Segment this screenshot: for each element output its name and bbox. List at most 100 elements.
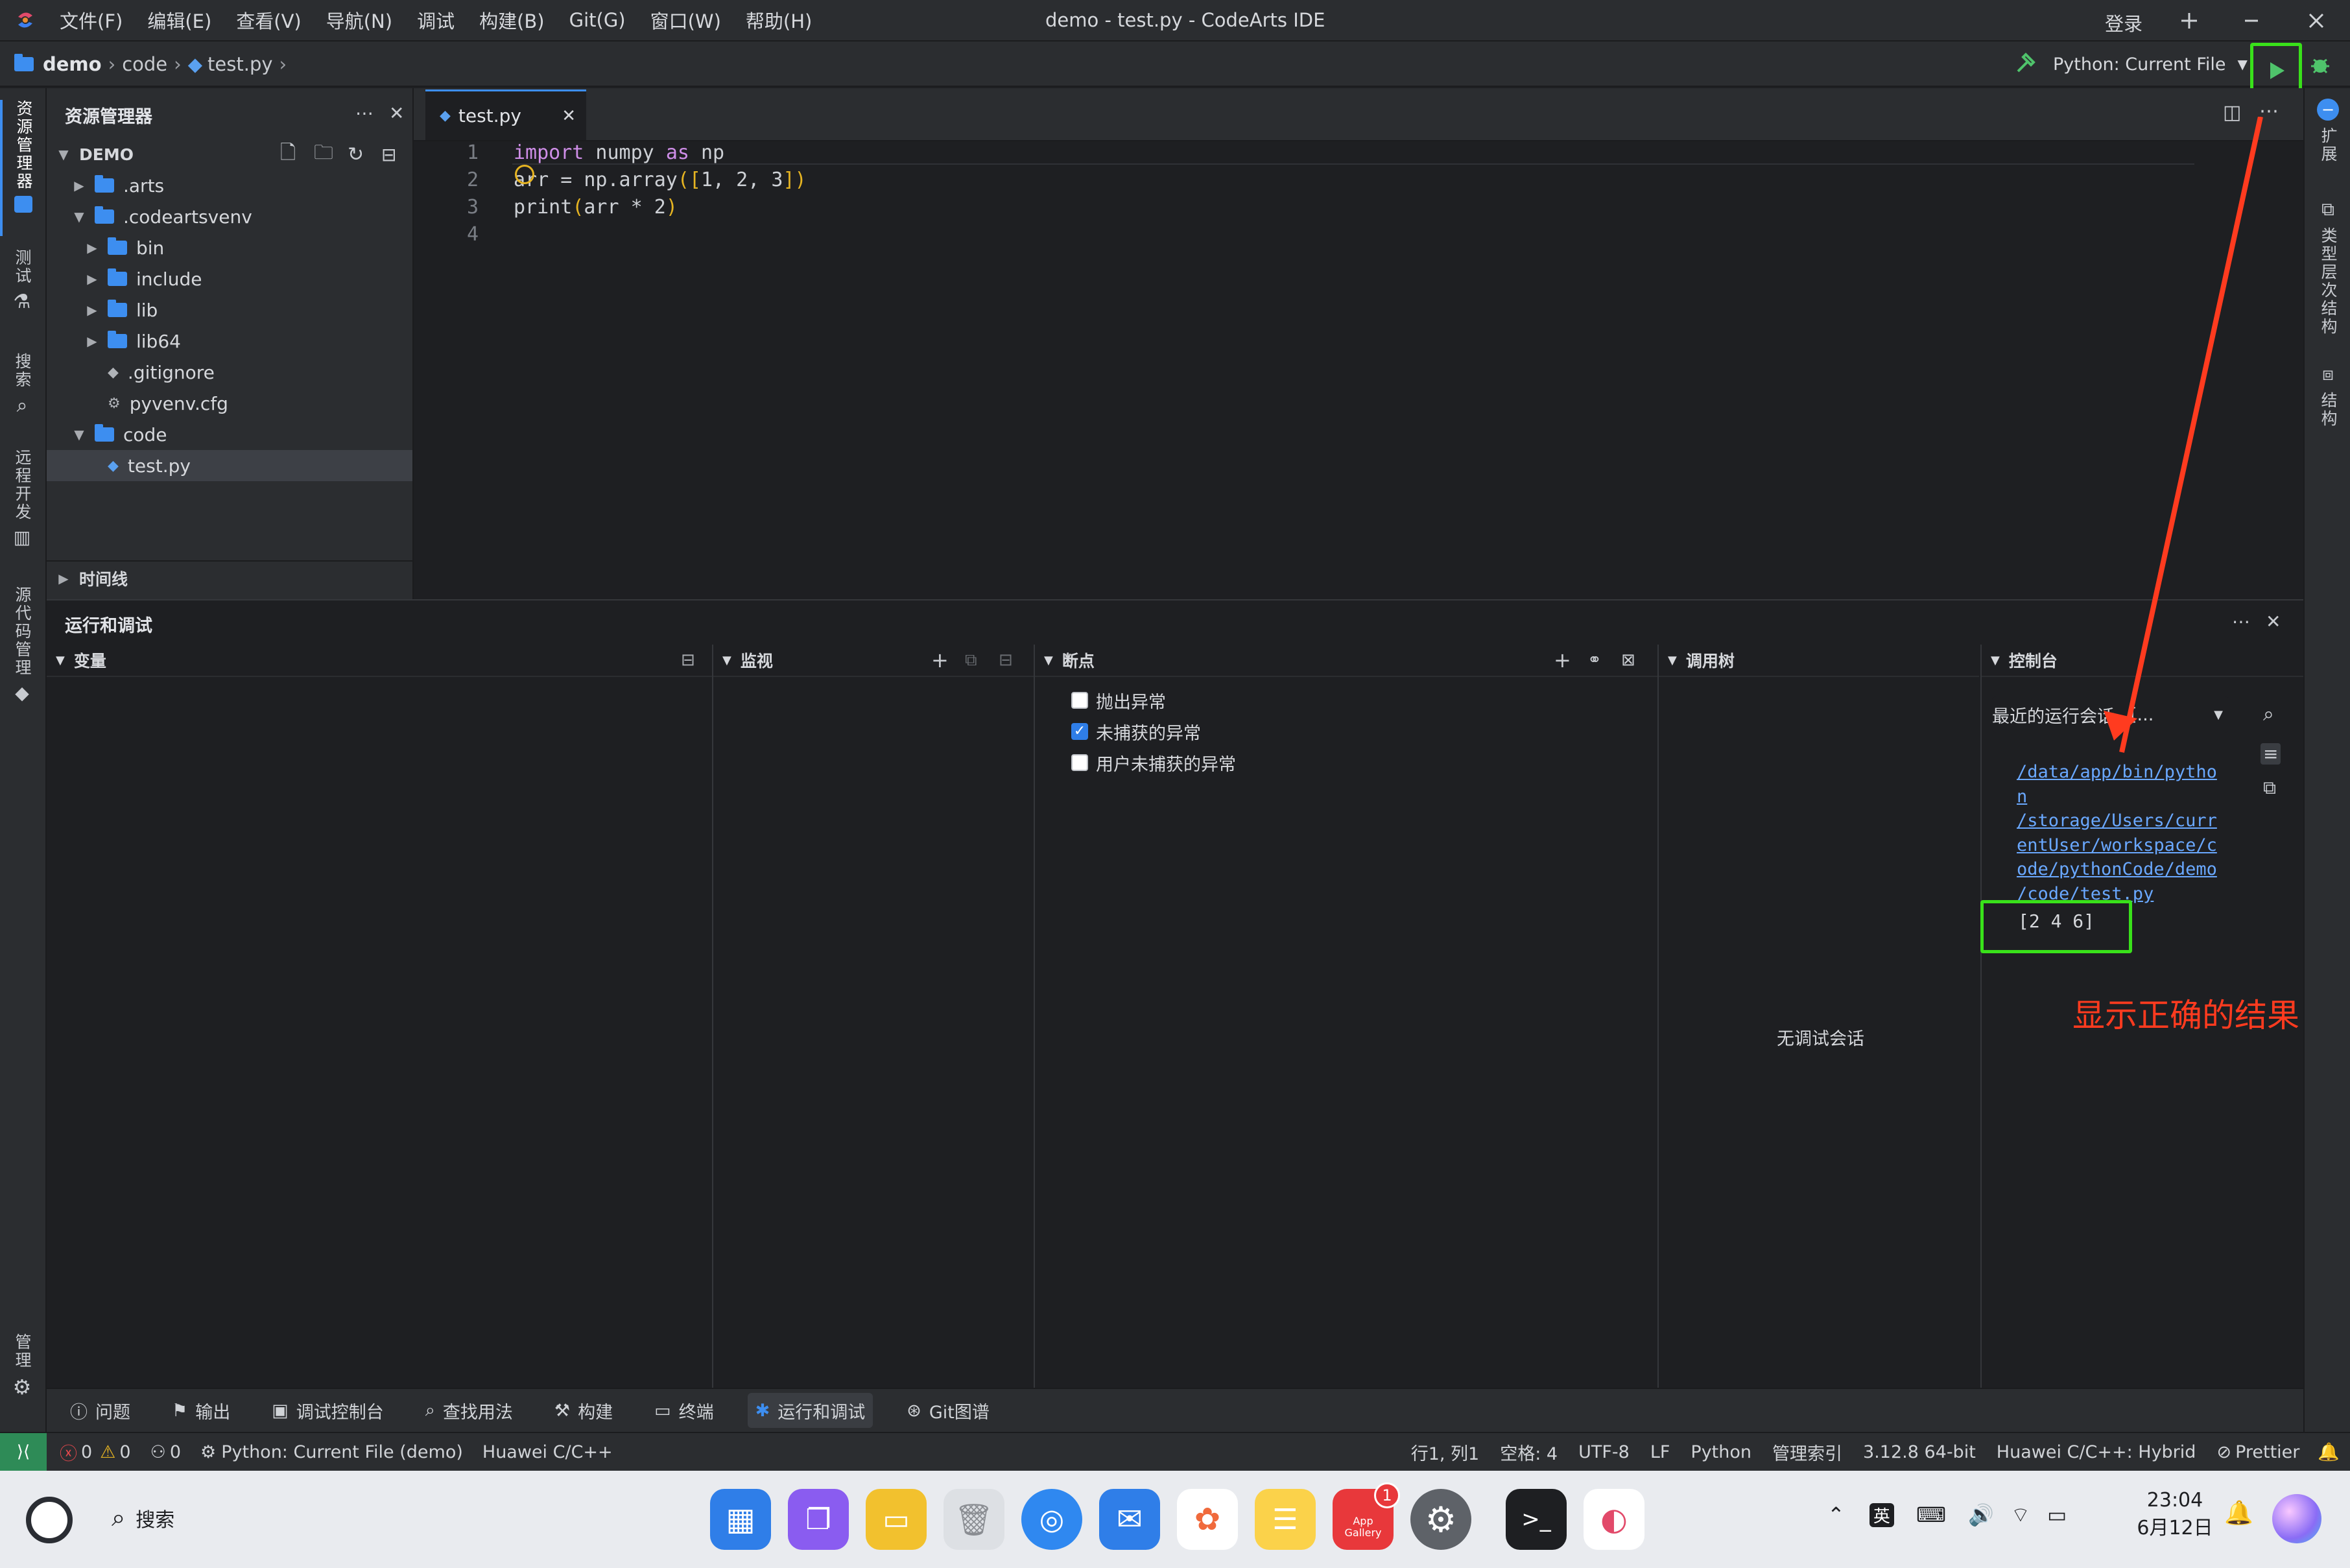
activity-remote[interactable]: 远程开发 ▥	[0, 449, 44, 565]
checkbox[interactable]	[1071, 692, 1088, 709]
console-path-line[interactable]: /storage/Users/curr	[2017, 809, 2217, 833]
code-line[interactable]: 1 import numpy as np	[414, 139, 724, 166]
collapse-all-icon[interactable]: ⊟	[681, 650, 695, 670]
close-tab-icon[interactable]: ✕	[562, 106, 576, 126]
assistant-icon[interactable]	[2272, 1494, 2321, 1543]
ports-count[interactable]: 0	[170, 1442, 181, 1462]
console-command[interactable]: /data/app/bin/pytho n/storage/Users/curr e…	[2017, 760, 2217, 906]
close-window-icon[interactable]	[2303, 8, 2329, 34]
tree-item[interactable]: ▼ code	[47, 419, 412, 450]
error-count[interactable]: 0	[81, 1442, 92, 1462]
start-button[interactable]	[26, 1497, 73, 1543]
menu-item-2[interactable]: 查看(V)	[236, 6, 301, 34]
browser-icon[interactable]: ◎	[1021, 1489, 1082, 1550]
refresh-icon[interactable]: ↻	[348, 143, 364, 166]
close-icon[interactable]: ✕	[389, 102, 404, 124]
lightbulb-icon[interactable]	[515, 165, 534, 184]
checkbox[interactable]: ✓	[1071, 723, 1088, 740]
menu-item-5[interactable]: 构建(B)	[479, 6, 545, 34]
login-button[interactable]: 登录	[2105, 9, 2142, 36]
menu-item-0[interactable]: 文件(F)	[60, 6, 123, 34]
tree-item[interactable]: ⚙ pyvenv.cfg	[47, 388, 412, 419]
breadcrumb-project[interactable]: demo	[43, 53, 102, 75]
menu-item-6[interactable]: Git(G)	[569, 9, 626, 31]
tab-terminal[interactable]: ▭ 终端	[647, 1393, 722, 1428]
bell-icon[interactable]: 🔔	[2224, 1499, 2253, 1526]
warning-count[interactable]: 0	[119, 1442, 130, 1462]
tree-item[interactable]: ▶ lib64	[47, 326, 412, 357]
remote-indicator[interactable]: ⟩⟨	[0, 1433, 47, 1471]
menu-item-4[interactable]: 调试	[417, 6, 455, 34]
editor-tab-test-py[interactable]: ◆ test.py ✕	[425, 89, 586, 140]
chevron-up-icon[interactable]: ⌃	[1827, 1503, 1845, 1527]
ime-indicator[interactable]: 英	[1869, 1503, 1894, 1527]
language-mode[interactable]: Python	[1691, 1442, 1751, 1462]
explorer-root[interactable]: ▼ DEMO 🗋 🗀 ↻ ⊟	[47, 139, 412, 170]
new-folder-icon[interactable]: 🗀	[314, 138, 333, 171]
callstack-section-header[interactable]: ▼ 调用树	[1659, 645, 1979, 677]
error-icon[interactable]: ⓧ	[60, 1440, 77, 1465]
launch-config[interactable]: Python: Current File (demo)	[221, 1442, 463, 1462]
files-app-icon[interactable]: ▭	[866, 1489, 927, 1550]
console-path-line[interactable]: ode/pythonCode/demo	[2017, 857, 2217, 882]
tab-output[interactable]: ⚑ 输出	[164, 1393, 238, 1428]
battery-icon[interactable]: ▭	[2047, 1503, 2067, 1527]
code-view[interactable]: 1 import numpy as np 2 arr = np.array([1, 2…	[414, 139, 2303, 246]
tree-item[interactable]: ◆ .gitignore	[47, 357, 412, 388]
watch-section-header[interactable]: ▼ 监视 + ⧉ ⊟	[713, 645, 1052, 677]
code-line[interactable]: 4	[414, 220, 514, 248]
ports-icon[interactable]: ⚇	[150, 1442, 166, 1462]
tree-item[interactable]: ◆ test.py	[47, 450, 412, 481]
taskbar-search[interactable]: ⌕ 搜索	[112, 1503, 174, 1532]
console-path-line[interactable]: entUser/workspace/c	[2017, 833, 2217, 858]
more-actions-icon[interactable]: ⋯	[355, 102, 374, 124]
tab-find-usages[interactable]: ⌕ 查找用法	[418, 1393, 521, 1428]
menu-item-1[interactable]: 编辑(E)	[147, 6, 211, 34]
run-config-select[interactable]: Python: Current File ▼	[2053, 51, 2248, 78]
multitask-icon[interactable]: ❐	[788, 1489, 849, 1550]
variables-section-header[interactable]: ▼ 变量 ⊟	[47, 645, 712, 677]
tab-run-debug[interactable]: ✱ 运行和调试	[747, 1393, 873, 1428]
tab-git-graph[interactable]: ⊛ Git图谱	[899, 1393, 997, 1428]
mail-icon[interactable]: ✉	[1099, 1489, 1160, 1550]
tab-build[interactable]: ⚒ 构建	[547, 1393, 621, 1428]
volume-icon[interactable]: 🔊	[1968, 1503, 1994, 1527]
tree-item[interactable]: ▼ .codeartsvenv	[47, 201, 412, 232]
collapse-all-icon[interactable]: ⊟	[381, 144, 396, 165]
activity-manage[interactable]: 管理 ⚙	[0, 1333, 44, 1424]
activity-explorer[interactable]: 资源管理器	[0, 100, 44, 236]
activity-structure[interactable]: ⧈ 结构	[2307, 363, 2349, 441]
wifi-icon[interactable]: ⌔	[2011, 1502, 2030, 1528]
tree-item[interactable]: ▶ lib	[47, 294, 412, 326]
tree-item[interactable]: ▶ .arts	[47, 170, 412, 201]
encoding[interactable]: UTF-8	[1578, 1442, 1630, 1462]
clock[interactable]: 23:04 6月12日	[2130, 1489, 2220, 1540]
index-manager[interactable]: 管理索引	[1772, 1440, 1842, 1465]
remove-all-icon[interactable]: ⊠	[1621, 650, 1635, 670]
breadcrumb-file[interactable]: test.py	[208, 53, 272, 75]
timeline-section[interactable]: ▶ 时间线	[47, 563, 412, 594]
notifications-icon[interactable]: 🔔	[2318, 1442, 2340, 1462]
indentation[interactable]: 空格: 4	[1500, 1440, 1558, 1465]
cpp-mode[interactable]: Huawei C/C++: Hybrid	[1997, 1442, 2196, 1462]
code-line[interactable]: 3 print(arr * 2)	[414, 193, 678, 220]
debug-icon[interactable]	[2307, 52, 2333, 78]
appgallery-icon[interactable]: App Gallery 1	[1333, 1482, 1400, 1550]
minimize-icon[interactable]	[2238, 8, 2264, 34]
keyboard-icon[interactable]: ⌨	[1916, 1503, 1946, 1527]
trash-icon[interactable]: 🗑	[944, 1489, 1004, 1550]
activity-type-hierarchy[interactable]: ⧉ 类型层次结构	[2307, 198, 2349, 341]
settings-icon[interactable]: ⚙	[1410, 1489, 1471, 1550]
tree-item[interactable]: ▶ bin	[47, 232, 412, 263]
codearts-app-icon[interactable]: ◐	[1584, 1489, 1644, 1550]
cursor-position[interactable]: 行1, 列1	[1411, 1440, 1480, 1465]
collapse-all-icon[interactable]: ⊟	[999, 650, 1013, 670]
new-file-icon[interactable]: 🗋	[280, 138, 296, 171]
add-icon[interactable]: +	[931, 648, 949, 672]
interpreter[interactable]: 3.12.8 64-bit	[1863, 1442, 1976, 1462]
app-grid-icon[interactable]: ▦	[710, 1489, 771, 1550]
line-ending[interactable]: LF	[1650, 1442, 1670, 1462]
breadcrumb-folder[interactable]: code	[122, 53, 167, 75]
toggle-breakpoints-icon[interactable]: ⚭	[1587, 650, 1602, 670]
prettier[interactable]: Prettier	[2235, 1442, 2299, 1462]
